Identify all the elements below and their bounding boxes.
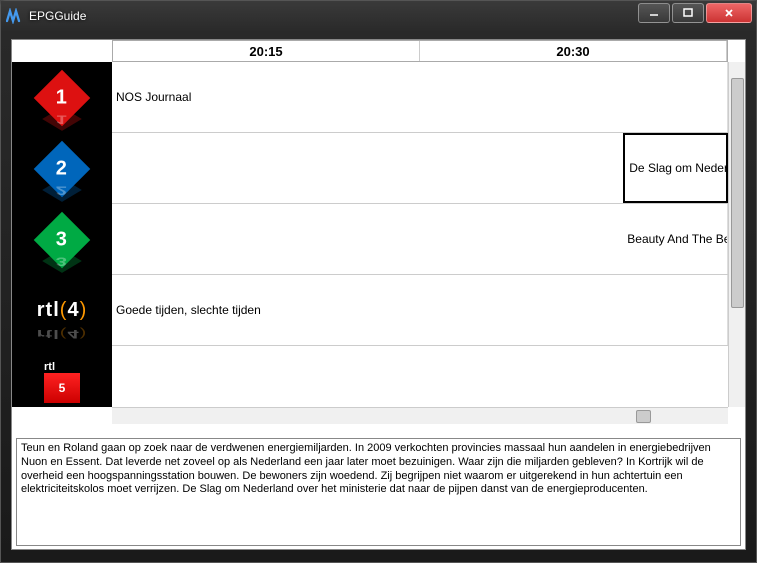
maximize-button[interactable]: [672, 3, 704, 23]
scrollbar-thumb[interactable]: [636, 410, 651, 423]
channel-logo-rtl4[interactable]: rtl(4)rtl(4): [12, 275, 112, 346]
time-header: 20:15 20:30: [112, 40, 728, 62]
titlebar[interactable]: EPGGuide: [1, 1, 756, 31]
channel-rows: 11NOS Journaal22 De Slag om Nederland 33 Be…: [12, 62, 728, 407]
window-title: EPGGuide: [29, 9, 86, 23]
window-controls: [638, 3, 752, 23]
vertical-scrollbar[interactable]: [728, 62, 745, 407]
minimize-button[interactable]: [638, 3, 670, 23]
program-track: Goede tijden, slechte tijden: [112, 275, 728, 345]
channel-logo-ned2[interactable]: 22: [12, 133, 112, 204]
app-window: EPGGuide 20:15 20:30 11NOS Journaal22 De …: [0, 0, 757, 563]
channel-row: 22 De Slag om Nederland: [12, 133, 728, 204]
time-header-cell: 20:15: [113, 41, 420, 61]
program-cell[interactable]: Goede tijden, slechte tijden: [112, 275, 728, 345]
channel-row: 33 Beauty And The Beast: [12, 204, 728, 275]
scrollbar-thumb[interactable]: [731, 78, 744, 308]
program-cell[interactable]: NOS Journaal: [112, 62, 728, 132]
epg-grid: 20:15 20:30 11NOS Journaal22 De Slag om N…: [12, 40, 745, 424]
program-track: De Slag om Nederland: [112, 133, 728, 203]
client-area: 20:15 20:30 11NOS Journaal22 De Slag om N…: [11, 39, 746, 550]
program-track: [112, 346, 728, 407]
description-panel: Teun en Roland gaan op zoek naar de verd…: [16, 438, 741, 546]
channel-logo-rtl5[interactable]: rtl5: [12, 346, 112, 407]
channel-logo-ned1[interactable]: 11: [12, 62, 112, 133]
close-button[interactable]: [706, 3, 752, 23]
channel-row: rtl(4)rtl(4)Goede tijden, slechte tijden: [12, 275, 728, 346]
app-icon: [5, 7, 23, 25]
channel-row: rtl5: [12, 346, 728, 407]
program-cell[interactable]: De Slag om Nederland: [623, 133, 728, 203]
channel-logo-ned3[interactable]: 33: [12, 204, 112, 275]
program-track: NOS Journaal: [112, 62, 728, 132]
time-header-cell: 20:30: [420, 41, 727, 61]
program-cell[interactable]: Beauty And The Beast: [623, 204, 728, 274]
channel-row: 11NOS Journaal: [12, 62, 728, 133]
horizontal-scrollbar[interactable]: [112, 407, 728, 424]
program-track: Beauty And The Beast: [112, 204, 728, 274]
